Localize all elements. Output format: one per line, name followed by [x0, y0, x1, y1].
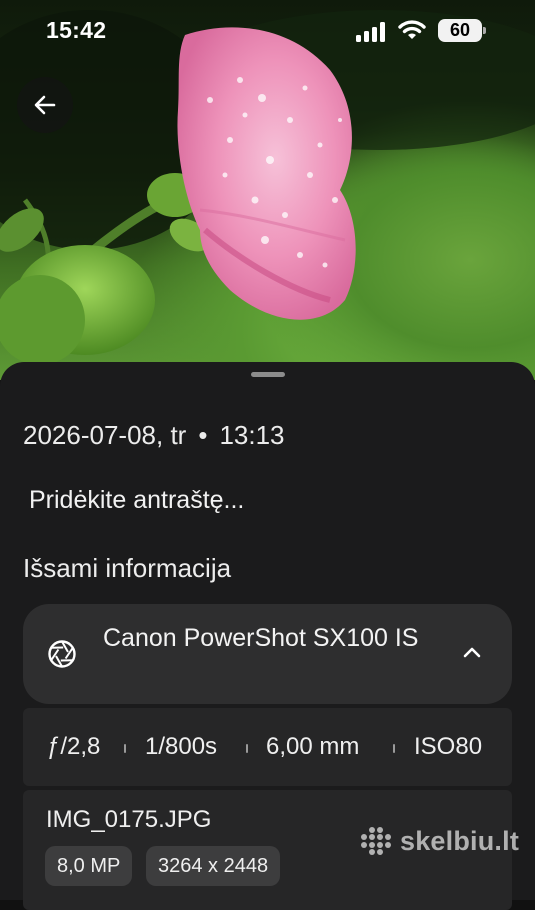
watermark-text: skelbiu.lt: [400, 826, 519, 857]
photo-time: 13:13: [219, 420, 284, 450]
watermark: skelbiu.lt: [358, 826, 523, 856]
wifi-icon: [398, 19, 426, 41]
details-title: Išsami informacija: [23, 553, 231, 584]
shutter-value: 1/800s: [145, 733, 217, 761]
aperture-value: ƒ/2,8: [47, 733, 100, 761]
aperture-icon: [47, 639, 77, 669]
resolution-chip: 3264 x 2448: [146, 846, 280, 886]
separator: [124, 744, 126, 753]
megapixels-chip: 8,0 MP: [45, 846, 132, 886]
caption-input[interactable]: Pridėkite antraštę...: [29, 486, 244, 515]
status-bar: 15:42 60: [0, 0, 535, 60]
file-name: IMG_0175.JPG: [46, 806, 211, 834]
photo-datetime[interactable]: 2026-07-08, tr•13:13: [23, 420, 285, 451]
status-time: 15:42: [46, 17, 106, 44]
photo-date: 2026-07-08, tr: [23, 420, 186, 450]
info-sheet: 2026-07-08, tr•13:13 Pridėkite antraštę.…: [0, 362, 535, 900]
separator: [393, 744, 395, 753]
camera-card[interactable]: Canon PowerShot SX100 IS: [23, 604, 512, 704]
chevron-up-icon[interactable]: [461, 642, 483, 664]
battery-icon: 60: [438, 19, 488, 42]
drag-handle[interactable]: [251, 372, 285, 377]
camera-model: Canon PowerShot SX100 IS: [103, 620, 443, 656]
focal-length-value: 6,00 mm: [266, 733, 359, 761]
exif-card: ƒ/2,8 1/800s 6,00 mm ISO80: [23, 708, 512, 786]
arrow-left-icon: [32, 92, 58, 118]
separator: [246, 744, 248, 753]
iso-value: ISO80: [414, 733, 482, 761]
battery-level: 60: [438, 19, 482, 42]
back-button[interactable]: [17, 77, 73, 133]
watermark-logo-icon: [358, 826, 394, 856]
signal-icon: [356, 22, 386, 42]
